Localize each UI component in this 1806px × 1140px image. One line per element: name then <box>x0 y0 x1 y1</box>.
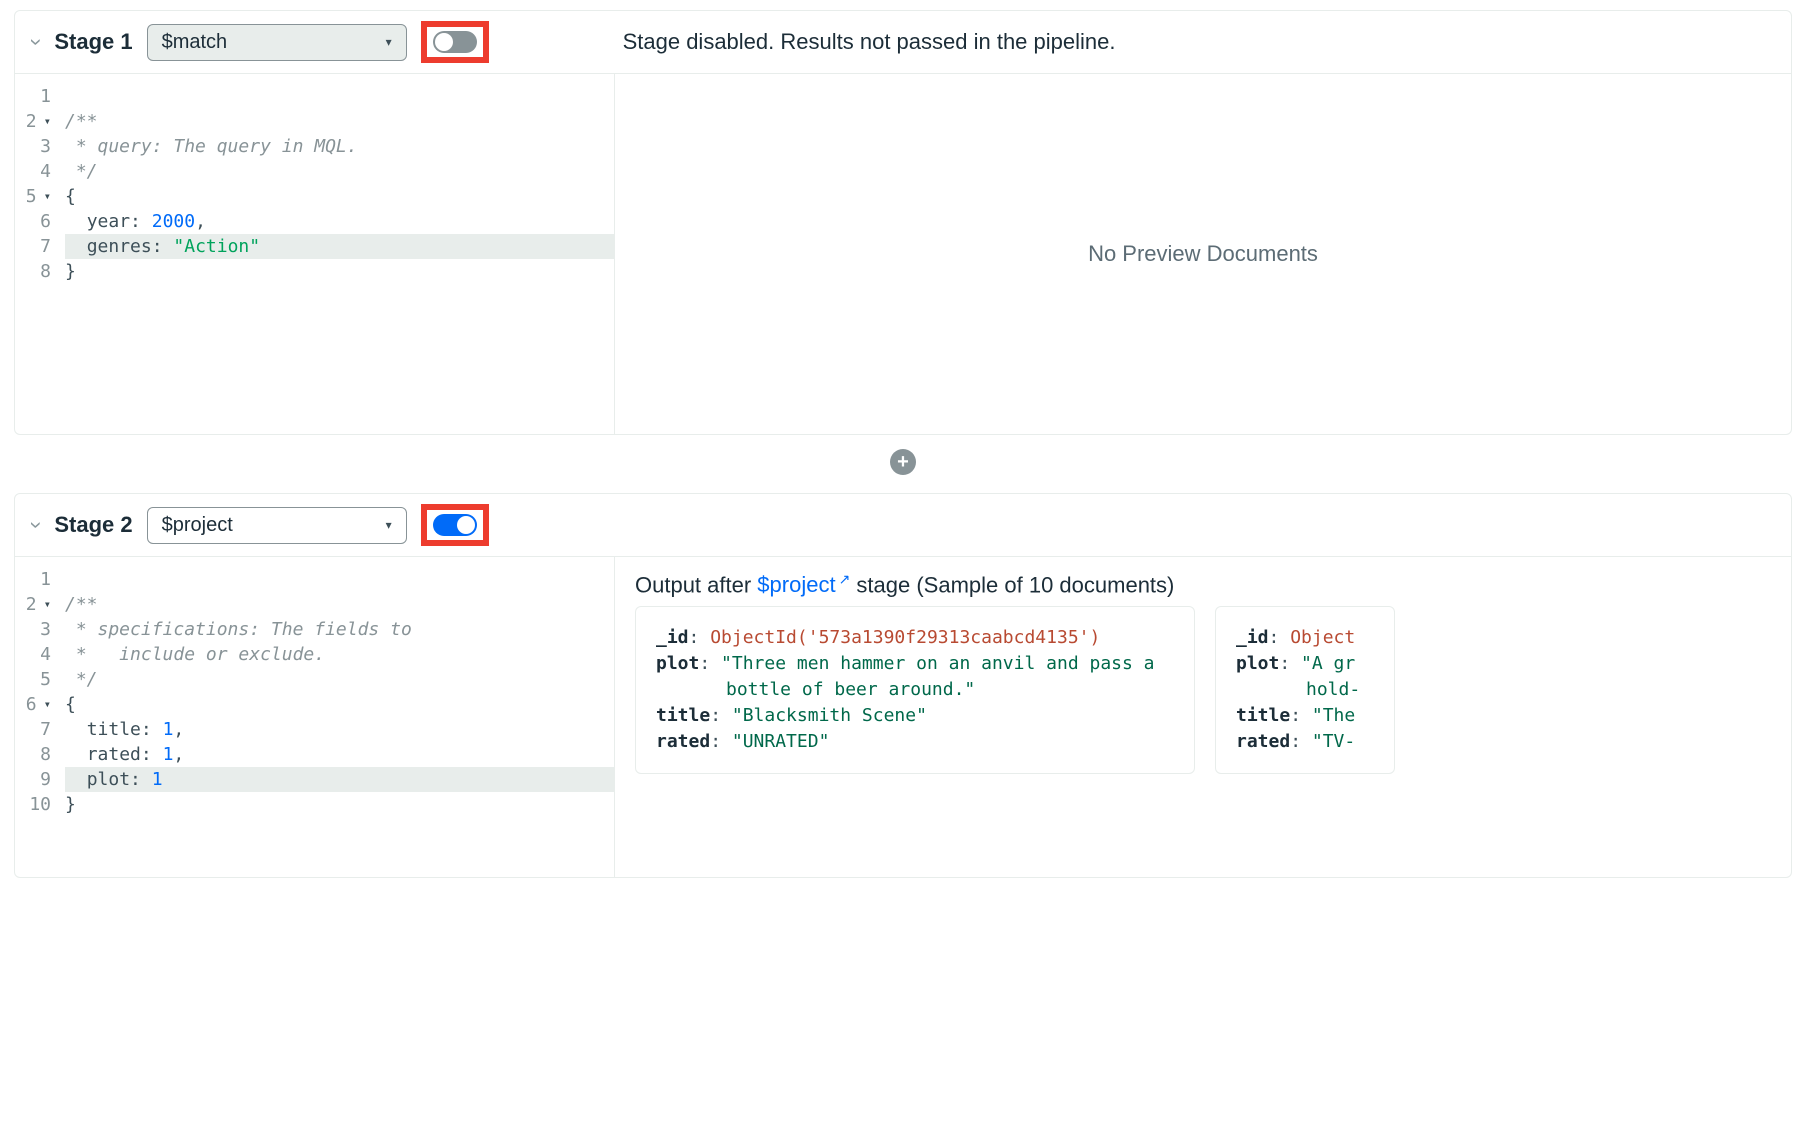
preview-doc-2: _id: Object plot: "A gr hold- title: "Th… <box>1215 606 1395 774</box>
stage-1-code[interactable]: /** * query: The query in MQL. */ { year… <box>59 74 614 434</box>
stage-2-toggle[interactable] <box>433 514 477 536</box>
stage-1-header: › Stage 1 $match ▾ Stage disabled. Resul… <box>15 11 1791 74</box>
stage-2-code-panel: 1 2 3 4 5 6 7 8 9 10 /** * specification… <box>15 557 615 877</box>
chevron-down-icon[interactable]: › <box>24 38 50 45</box>
external-link-icon: ↗ <box>839 571 851 587</box>
no-preview-text: No Preview Documents <box>615 74 1791 434</box>
preview-doc-1: _id: ObjectId('573a1390f29313caabcd4135'… <box>635 606 1195 774</box>
stage-2-code[interactable]: /** * specifications: The fields to * in… <box>59 557 614 877</box>
stage-1-disabled-message: Stage disabled. Results not passed in th… <box>623 29 1116 55</box>
stage-2-header: › Stage 2 $project ▾ <box>15 494 1791 557</box>
stage-2-body: 1 2 3 4 5 6 7 8 9 10 /** * specification… <box>15 557 1791 877</box>
stage-1-operator-select[interactable]: $match ▾ <box>147 24 407 61</box>
stage-2-toggle-highlight <box>421 504 489 546</box>
add-stage-row: + <box>0 445 1806 483</box>
stage-1-operator-value: $match <box>162 31 228 54</box>
stage-1-body: 1 2 3 4 5 6 7 8 /** * query: The query i… <box>15 74 1791 434</box>
add-stage-button[interactable]: + <box>890 449 916 475</box>
stage-2-gutter: 1 2 3 4 5 6 7 8 9 10 <box>15 557 59 877</box>
stage-2-operator-select[interactable]: $project ▾ <box>147 507 407 544</box>
stage-1-toggle-highlight <box>421 21 489 63</box>
stage-1-label: Stage 1 <box>54 29 132 55</box>
stage-2-doc-row: _id: ObjectId('573a1390f29313caabcd4135'… <box>615 606 1791 794</box>
stage-2-output-header: Output after $project↗ stage (Sample of … <box>615 557 1791 606</box>
stage-2-preview: Output after $project↗ stage (Sample of … <box>615 557 1791 877</box>
caret-down-icon: ▾ <box>386 518 392 532</box>
stage-2-card: › Stage 2 $project ▾ 1 2 3 4 5 6 7 8 9 1… <box>14 493 1792 878</box>
stage-2-label: Stage 2 <box>54 512 132 538</box>
stage-2-operator-value: $project <box>162 514 233 537</box>
caret-down-icon: ▾ <box>386 35 392 49</box>
stage-1-preview: No Preview Documents <box>615 74 1791 434</box>
project-doc-link[interactable]: $project↗ <box>757 572 850 597</box>
stage-1-code-panel: 1 2 3 4 5 6 7 8 /** * query: The query i… <box>15 74 615 434</box>
chevron-down-icon[interactable]: › <box>24 521 50 528</box>
stage-1-card: › Stage 1 $match ▾ Stage disabled. Resul… <box>14 10 1792 435</box>
stage-1-gutter: 1 2 3 4 5 6 7 8 <box>15 74 59 434</box>
stage-1-toggle[interactable] <box>433 31 477 53</box>
